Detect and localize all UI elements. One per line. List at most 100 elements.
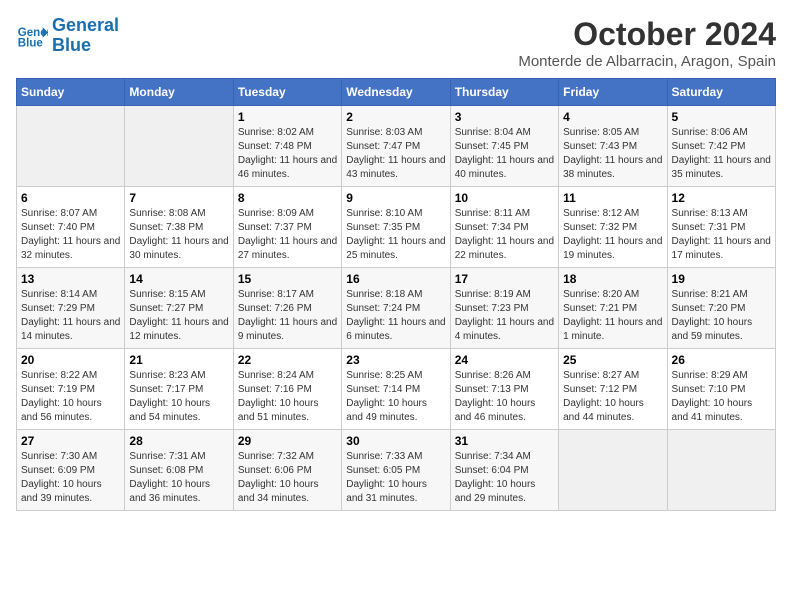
calendar-week-row: 13Sunrise: 8:14 AM Sunset: 7:29 PM Dayli… bbox=[17, 268, 776, 349]
day-info: Sunrise: 8:17 AM Sunset: 7:26 PM Dayligh… bbox=[238, 288, 337, 344]
day-number: 16 bbox=[346, 272, 445, 286]
day-info: Sunrise: 7:33 AM Sunset: 6:05 PM Dayligh… bbox=[346, 450, 445, 506]
day-info: Sunrise: 8:19 AM Sunset: 7:23 PM Dayligh… bbox=[455, 288, 554, 344]
day-number: 9 bbox=[346, 191, 445, 205]
day-number: 31 bbox=[455, 434, 554, 448]
day-number: 19 bbox=[672, 272, 771, 286]
weekday-header-thursday: Thursday bbox=[450, 79, 558, 106]
location: Monterde de Albarracin, Aragon, Spain bbox=[518, 53, 776, 70]
calendar-cell: 23Sunrise: 8:25 AM Sunset: 7:14 PM Dayli… bbox=[342, 349, 450, 430]
day-number: 12 bbox=[672, 191, 771, 205]
calendar-cell: 16Sunrise: 8:18 AM Sunset: 7:24 PM Dayli… bbox=[342, 268, 450, 349]
calendar-cell: 27Sunrise: 7:30 AM Sunset: 6:09 PM Dayli… bbox=[17, 430, 125, 511]
calendar-cell bbox=[559, 430, 667, 511]
calendar-table: SundayMondayTuesdayWednesdayThursdayFrid… bbox=[16, 78, 776, 511]
day-number: 5 bbox=[672, 110, 771, 124]
calendar-cell: 26 Sunrise: 8:29 AM Sunset: 7:10 PM Dayli… bbox=[667, 349, 775, 430]
calendar-week-row: 1 Sunrise: 8:02 AM Sunset: 7:48 PM Daylig… bbox=[17, 106, 776, 187]
calendar-cell: 3 Sunrise: 8:04 AM Sunset: 7:45 PM Daylig… bbox=[450, 106, 558, 187]
day-info: Sunrise: 8:04 AM Sunset: 7:45 PM Dayligh… bbox=[455, 126, 554, 182]
day-number: 3 bbox=[455, 110, 554, 124]
calendar-cell: 13Sunrise: 8:14 AM Sunset: 7:29 PM Dayli… bbox=[17, 268, 125, 349]
day-number: 6 bbox=[21, 191, 120, 205]
day-info: Sunrise: 8:25 AM Sunset: 7:14 PM Dayligh… bbox=[346, 369, 445, 425]
day-number: 15 bbox=[238, 272, 337, 286]
day-number: 24 bbox=[455, 353, 554, 367]
calendar-cell: 24 Sunrise: 8:26 AM Sunset: 7:13 PM Dayli… bbox=[450, 349, 558, 430]
day-info: Sunrise: 7:31 AM Sunset: 6:08 PM Dayligh… bbox=[129, 450, 228, 506]
calendar-cell: 2Sunrise: 8:03 AM Sunset: 7:47 PM Daylig… bbox=[342, 106, 450, 187]
calendar-cell: 1 Sunrise: 8:02 AM Sunset: 7:48 PM Daylig… bbox=[233, 106, 341, 187]
calendar-week-row: 20 Sunrise: 8:22 AM Sunset: 7:19 PM Dayli… bbox=[17, 349, 776, 430]
calendar-cell: 18Sunrise: 8:20 AM Sunset: 7:21 PM Dayli… bbox=[559, 268, 667, 349]
weekday-header-wednesday: Wednesday bbox=[342, 79, 450, 106]
day-info: Sunrise: 8:07 AM Sunset: 7:40 PM Dayligh… bbox=[21, 207, 120, 263]
day-number: 20 bbox=[21, 353, 120, 367]
day-info: Sunrise: 8:23 AM Sunset: 7:17 PM Dayligh… bbox=[129, 369, 228, 425]
calendar-cell: 9 Sunrise: 8:10 AM Sunset: 7:35 PM Daylig… bbox=[342, 187, 450, 268]
calendar-cell: 25Sunrise: 8:27 AM Sunset: 7:12 PM Dayli… bbox=[559, 349, 667, 430]
day-number: 17 bbox=[455, 272, 554, 286]
day-number: 7 bbox=[129, 191, 228, 205]
day-info: Sunrise: 7:34 AM Sunset: 6:04 PM Dayligh… bbox=[455, 450, 554, 506]
day-info: Sunrise: 8:08 AM Sunset: 7:38 PM Dayligh… bbox=[129, 207, 228, 263]
day-info: Sunrise: 8:10 AM Sunset: 7:35 PM Dayligh… bbox=[346, 207, 445, 263]
day-number: 28 bbox=[129, 434, 228, 448]
calendar-header: SundayMondayTuesdayWednesdayThursdayFrid… bbox=[17, 79, 776, 106]
weekday-header-row: SundayMondayTuesdayWednesdayThursdayFrid… bbox=[17, 79, 776, 106]
svg-text:Blue: Blue bbox=[18, 37, 44, 49]
calendar-cell: 15 Sunrise: 8:17 AM Sunset: 7:26 PM Dayli… bbox=[233, 268, 341, 349]
day-number: 25 bbox=[563, 353, 662, 367]
day-number: 18 bbox=[563, 272, 662, 286]
calendar-cell: 10Sunrise: 8:11 AM Sunset: 7:34 PM Dayli… bbox=[450, 187, 558, 268]
day-number: 21 bbox=[129, 353, 228, 367]
logo: General Blue General Blue bbox=[16, 16, 119, 56]
day-info: Sunrise: 8:11 AM Sunset: 7:34 PM Dayligh… bbox=[455, 207, 554, 263]
day-info: Sunrise: 8:02 AM Sunset: 7:48 PM Dayligh… bbox=[238, 126, 337, 182]
day-info: Sunrise: 8:13 AM Sunset: 7:31 PM Dayligh… bbox=[672, 207, 771, 263]
calendar-cell: 11Sunrise: 8:12 AM Sunset: 7:32 PM Dayli… bbox=[559, 187, 667, 268]
day-number: 8 bbox=[238, 191, 337, 205]
day-info: Sunrise: 8:05 AM Sunset: 7:43 PM Dayligh… bbox=[563, 126, 662, 182]
calendar-cell: 30 Sunrise: 7:33 AM Sunset: 6:05 PM Dayli… bbox=[342, 430, 450, 511]
day-info: Sunrise: 8:22 AM Sunset: 7:19 PM Dayligh… bbox=[21, 369, 120, 425]
calendar-cell: 12 Sunrise: 8:13 AM Sunset: 7:31 PM Dayli… bbox=[667, 187, 775, 268]
month-title: October 2024 bbox=[518, 16, 776, 53]
calendar-cell bbox=[17, 106, 125, 187]
calendar-cell: 31 Sunrise: 7:34 AM Sunset: 6:04 PM Dayli… bbox=[450, 430, 558, 511]
day-number: 2 bbox=[346, 110, 445, 124]
calendar-cell: 19 Sunrise: 8:21 AM Sunset: 7:20 PM Dayli… bbox=[667, 268, 775, 349]
page-header: General Blue General Blue October 2024 M… bbox=[16, 16, 776, 70]
day-info: Sunrise: 8:21 AM Sunset: 7:20 PM Dayligh… bbox=[672, 288, 771, 344]
logo-line2: Blue bbox=[52, 35, 91, 55]
calendar-cell: 6 Sunrise: 8:07 AM Sunset: 7:40 PM Daylig… bbox=[17, 187, 125, 268]
day-number: 29 bbox=[238, 434, 337, 448]
day-number: 4 bbox=[563, 110, 662, 124]
calendar-cell: 22Sunrise: 8:24 AM Sunset: 7:16 PM Dayli… bbox=[233, 349, 341, 430]
calendar-cell: 14Sunrise: 8:15 AM Sunset: 7:27 PM Dayli… bbox=[125, 268, 233, 349]
calendar-cell: 8Sunrise: 8:09 AM Sunset: 7:37 PM Daylig… bbox=[233, 187, 341, 268]
day-number: 11 bbox=[563, 191, 662, 205]
day-number: 14 bbox=[129, 272, 228, 286]
weekday-header-tuesday: Tuesday bbox=[233, 79, 341, 106]
calendar-week-row: 27Sunrise: 7:30 AM Sunset: 6:09 PM Dayli… bbox=[17, 430, 776, 511]
day-info: Sunrise: 8:29 AM Sunset: 7:10 PM Dayligh… bbox=[672, 369, 771, 425]
title-block: October 2024 Monterde de Albarracin, Ara… bbox=[518, 16, 776, 70]
logo-line1: General bbox=[52, 15, 119, 35]
calendar-cell: 29 Sunrise: 7:32 AM Sunset: 6:06 PM Dayli… bbox=[233, 430, 341, 511]
day-number: 1 bbox=[238, 110, 337, 124]
day-number: 26 bbox=[672, 353, 771, 367]
day-info: Sunrise: 8:24 AM Sunset: 7:16 PM Dayligh… bbox=[238, 369, 337, 425]
day-info: Sunrise: 8:26 AM Sunset: 7:13 PM Dayligh… bbox=[455, 369, 554, 425]
calendar-week-row: 6 Sunrise: 8:07 AM Sunset: 7:40 PM Daylig… bbox=[17, 187, 776, 268]
calendar-cell: 20 Sunrise: 8:22 AM Sunset: 7:19 PM Dayli… bbox=[17, 349, 125, 430]
calendar-cell: 28 Sunrise: 7:31 AM Sunset: 6:08 PM Dayli… bbox=[125, 430, 233, 511]
day-info: Sunrise: 8:06 AM Sunset: 7:42 PM Dayligh… bbox=[672, 126, 771, 182]
weekday-header-monday: Monday bbox=[125, 79, 233, 106]
logo-icon: General Blue bbox=[16, 20, 48, 52]
day-number: 27 bbox=[21, 434, 120, 448]
day-info: Sunrise: 7:32 AM Sunset: 6:06 PM Dayligh… bbox=[238, 450, 337, 506]
calendar-cell bbox=[667, 430, 775, 511]
day-number: 30 bbox=[346, 434, 445, 448]
calendar-cell: 17 Sunrise: 8:19 AM Sunset: 7:23 PM Dayli… bbox=[450, 268, 558, 349]
